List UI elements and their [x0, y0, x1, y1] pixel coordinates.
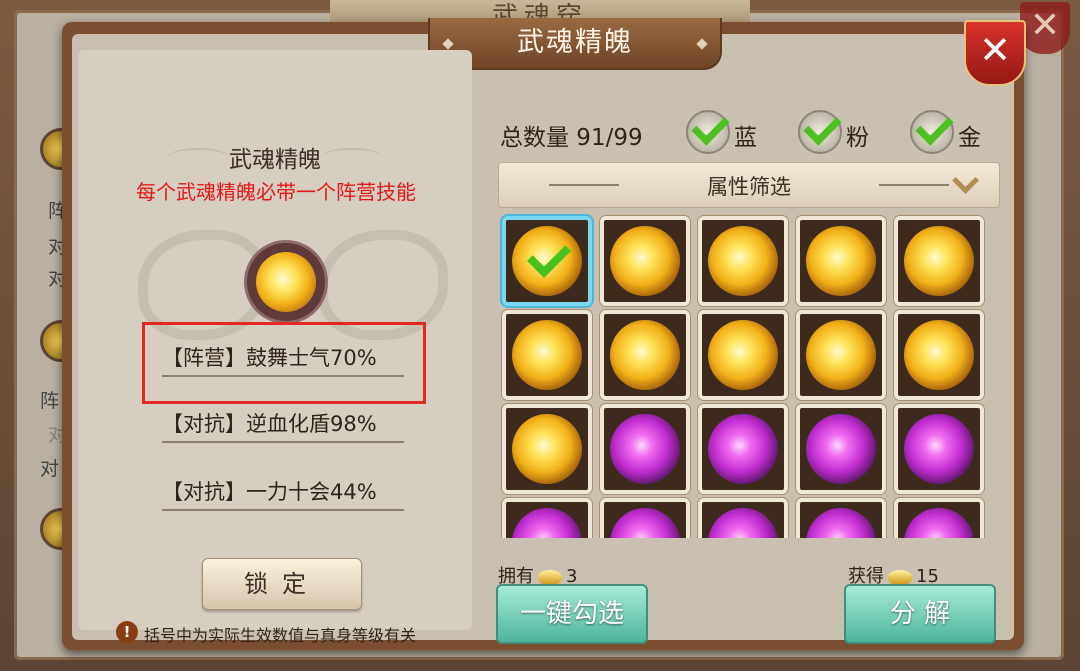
attribute-filter-dropdown[interactable]: 属性筛选	[498, 162, 1000, 208]
soul-essence-dialog: 武魂精魄 ✕ 武魂精魄 每个武魂精魄必带一个阵营技能 【阵营】鼓舞士气70% 【…	[62, 18, 1026, 650]
essence-grid-item[interactable]	[796, 404, 886, 494]
essence-grid[interactable]	[498, 212, 998, 538]
gold-essence-icon	[904, 320, 974, 390]
purple-essence-icon	[904, 414, 974, 484]
purple-essence-icon	[708, 414, 778, 484]
check-icon	[915, 107, 954, 146]
checkbox	[686, 107, 730, 154]
essence-grid-item[interactable]	[698, 404, 788, 494]
essence-grid-item[interactable]	[698, 498, 788, 538]
purple-essence-icon	[708, 508, 778, 538]
essence-inventory-panel: 总数量 91/99 蓝 粉 金 属性筛选 拥有 3 获得 15 一键勾选 分 解	[492, 50, 1010, 644]
essence-grid-item[interactable]	[502, 404, 592, 494]
gold-essence-icon	[806, 226, 876, 296]
info-icon: !	[116, 621, 138, 643]
essence-grid-item[interactable]	[796, 498, 886, 538]
ingot-icon	[538, 570, 562, 584]
essence-grid-item[interactable]	[894, 498, 984, 538]
essence-grid-item[interactable]	[894, 216, 984, 306]
attribute-counter-2: 【对抗】一力十会44%	[162, 476, 404, 511]
gold-essence-icon	[708, 226, 778, 296]
filter-label: 蓝	[734, 125, 757, 151]
checkbox	[798, 107, 842, 154]
essence-grid-item[interactable]	[600, 498, 690, 538]
filter-label: 金	[958, 125, 981, 151]
gold-essence-icon	[512, 320, 582, 390]
filter-label: 粉	[846, 125, 869, 151]
lock-button[interactable]: 锁定	[202, 558, 362, 610]
essence-grid-item[interactable]	[600, 216, 690, 306]
gold-essence-icon	[806, 320, 876, 390]
gold-essence-icon	[610, 226, 680, 296]
gold-essence-icon	[708, 320, 778, 390]
title-diamond-icon	[696, 38, 708, 50]
essence-grid-item[interactable]	[600, 404, 690, 494]
ingot-icon	[888, 570, 912, 584]
purple-essence-icon	[610, 414, 680, 484]
check-icon	[691, 107, 730, 146]
essence-slot[interactable]	[244, 240, 328, 324]
total-count: 总数量 91/99	[500, 125, 643, 151]
purple-essence-icon	[512, 508, 582, 538]
gold-essence-icon	[512, 414, 582, 484]
gold-essence-icon	[610, 320, 680, 390]
essence-grid-item[interactable]	[894, 404, 984, 494]
checkbox	[910, 107, 954, 154]
essence-grid-item[interactable]	[502, 216, 592, 306]
background-close-icon: ✕	[1020, 2, 1070, 54]
filter-dropdown-label: 属性筛选	[707, 175, 791, 199]
attribute-counter-1: 【对抗】逆血化盾98%	[162, 408, 404, 443]
purple-essence-icon	[806, 414, 876, 484]
essence-note: 每个武魂精魄必带一个阵营技能	[136, 180, 416, 204]
background-text: 阵	[40, 390, 60, 412]
gold-essence-icon	[256, 252, 316, 312]
check-icon	[803, 107, 842, 146]
essence-grid-item[interactable]	[796, 216, 886, 306]
title-diamond-icon	[442, 38, 454, 50]
info-text: 括号中为实际生效数值与真身等级有关	[144, 626, 417, 645]
gold-essence-icon	[904, 226, 974, 296]
select-all-button[interactable]: 一键勾选	[496, 584, 648, 644]
purple-essence-icon	[904, 508, 974, 538]
essence-grid-item[interactable]	[698, 216, 788, 306]
essence-grid-item[interactable]	[600, 310, 690, 400]
decompose-button[interactable]: 分 解	[844, 584, 996, 644]
essence-grid-item[interactable]	[502, 498, 592, 538]
essence-grid-item[interactable]	[894, 310, 984, 400]
essence-title: 武魂精魄	[78, 140, 472, 174]
purple-essence-icon	[610, 508, 680, 538]
purple-essence-icon	[806, 508, 876, 538]
dialog-body: 武魂精魄 ✕ 武魂精魄 每个武魂精魄必带一个阵营技能 【阵营】鼓舞士气70% 【…	[72, 18, 1026, 645]
essence-grid-item[interactable]	[796, 310, 886, 400]
essence-grid-item[interactable]	[698, 310, 788, 400]
background-text: 对	[40, 458, 60, 480]
divider	[879, 184, 949, 186]
highlight-box	[142, 322, 426, 404]
essence-grid-item[interactable]	[502, 310, 592, 400]
essence-detail-panel: 武魂精魄 每个武魂精魄必带一个阵营技能 【阵营】鼓舞士气70% 【对抗】逆血化盾…	[78, 50, 472, 645]
